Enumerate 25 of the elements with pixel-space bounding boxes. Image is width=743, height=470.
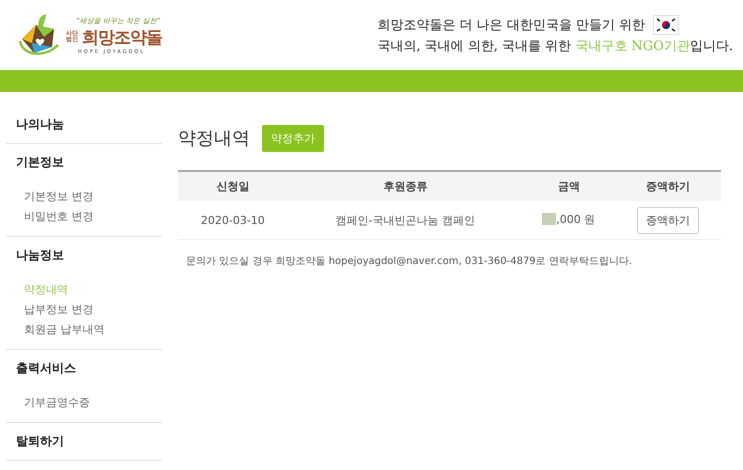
- column-header: 증액하기: [614, 171, 721, 201]
- tagline: 희망조약돌은 더 나은 대한민국을 만들기 위한: [377, 17, 646, 34]
- sidebar-section-title[interactable]: 탈퇴하기: [16, 433, 64, 450]
- sidebar-item[interactable]: 비밀번호 변경: [24, 209, 94, 224]
- redaction-block: [542, 213, 556, 226]
- table-cell: 2020-03-10: [178, 201, 288, 240]
- sidebar-item[interactable]: 기본정보 변경: [24, 189, 94, 204]
- page-title: 약정내역: [178, 127, 250, 150]
- column-header: 후원종류: [288, 171, 524, 201]
- sidebar-section-title[interactable]: 기본정보: [16, 154, 64, 171]
- increase-button[interactable]: 증액하기: [636, 206, 699, 234]
- table-cell: ,000 원: [556, 212, 596, 227]
- sidebar-item[interactable]: 기부금영수증: [24, 395, 90, 410]
- flag-icon: [653, 15, 680, 35]
- sidebar-item[interactable]: 납부정보 변경: [24, 302, 94, 317]
- tagline: 국내의, 국내에 의한, 국내를 위한 국내구호 NGO기관입니다.: [377, 38, 733, 55]
- contact-notice: 문의가 있으실 경우 희망조약돌 hopejoyagdol@naver.com, 031-360-4879로 연락부탁드립니다.: [186, 255, 634, 268]
- logo-name: 희망조약돌: [82, 26, 162, 48]
- sidebar-section-title[interactable]: 출력서비스: [16, 360, 76, 377]
- column-header: 신청일: [178, 171, 288, 201]
- sidebar-item[interactable]: 회원금 납부내역: [24, 322, 104, 337]
- table-cell: 캠페인-국내빈곤나눔 캠페인: [288, 201, 524, 240]
- sidebar-section-title[interactable]: 나의나눔: [16, 116, 64, 133]
- sidebar-section-title[interactable]: 나눔정보: [16, 247, 64, 264]
- column-header: 금액: [523, 171, 614, 201]
